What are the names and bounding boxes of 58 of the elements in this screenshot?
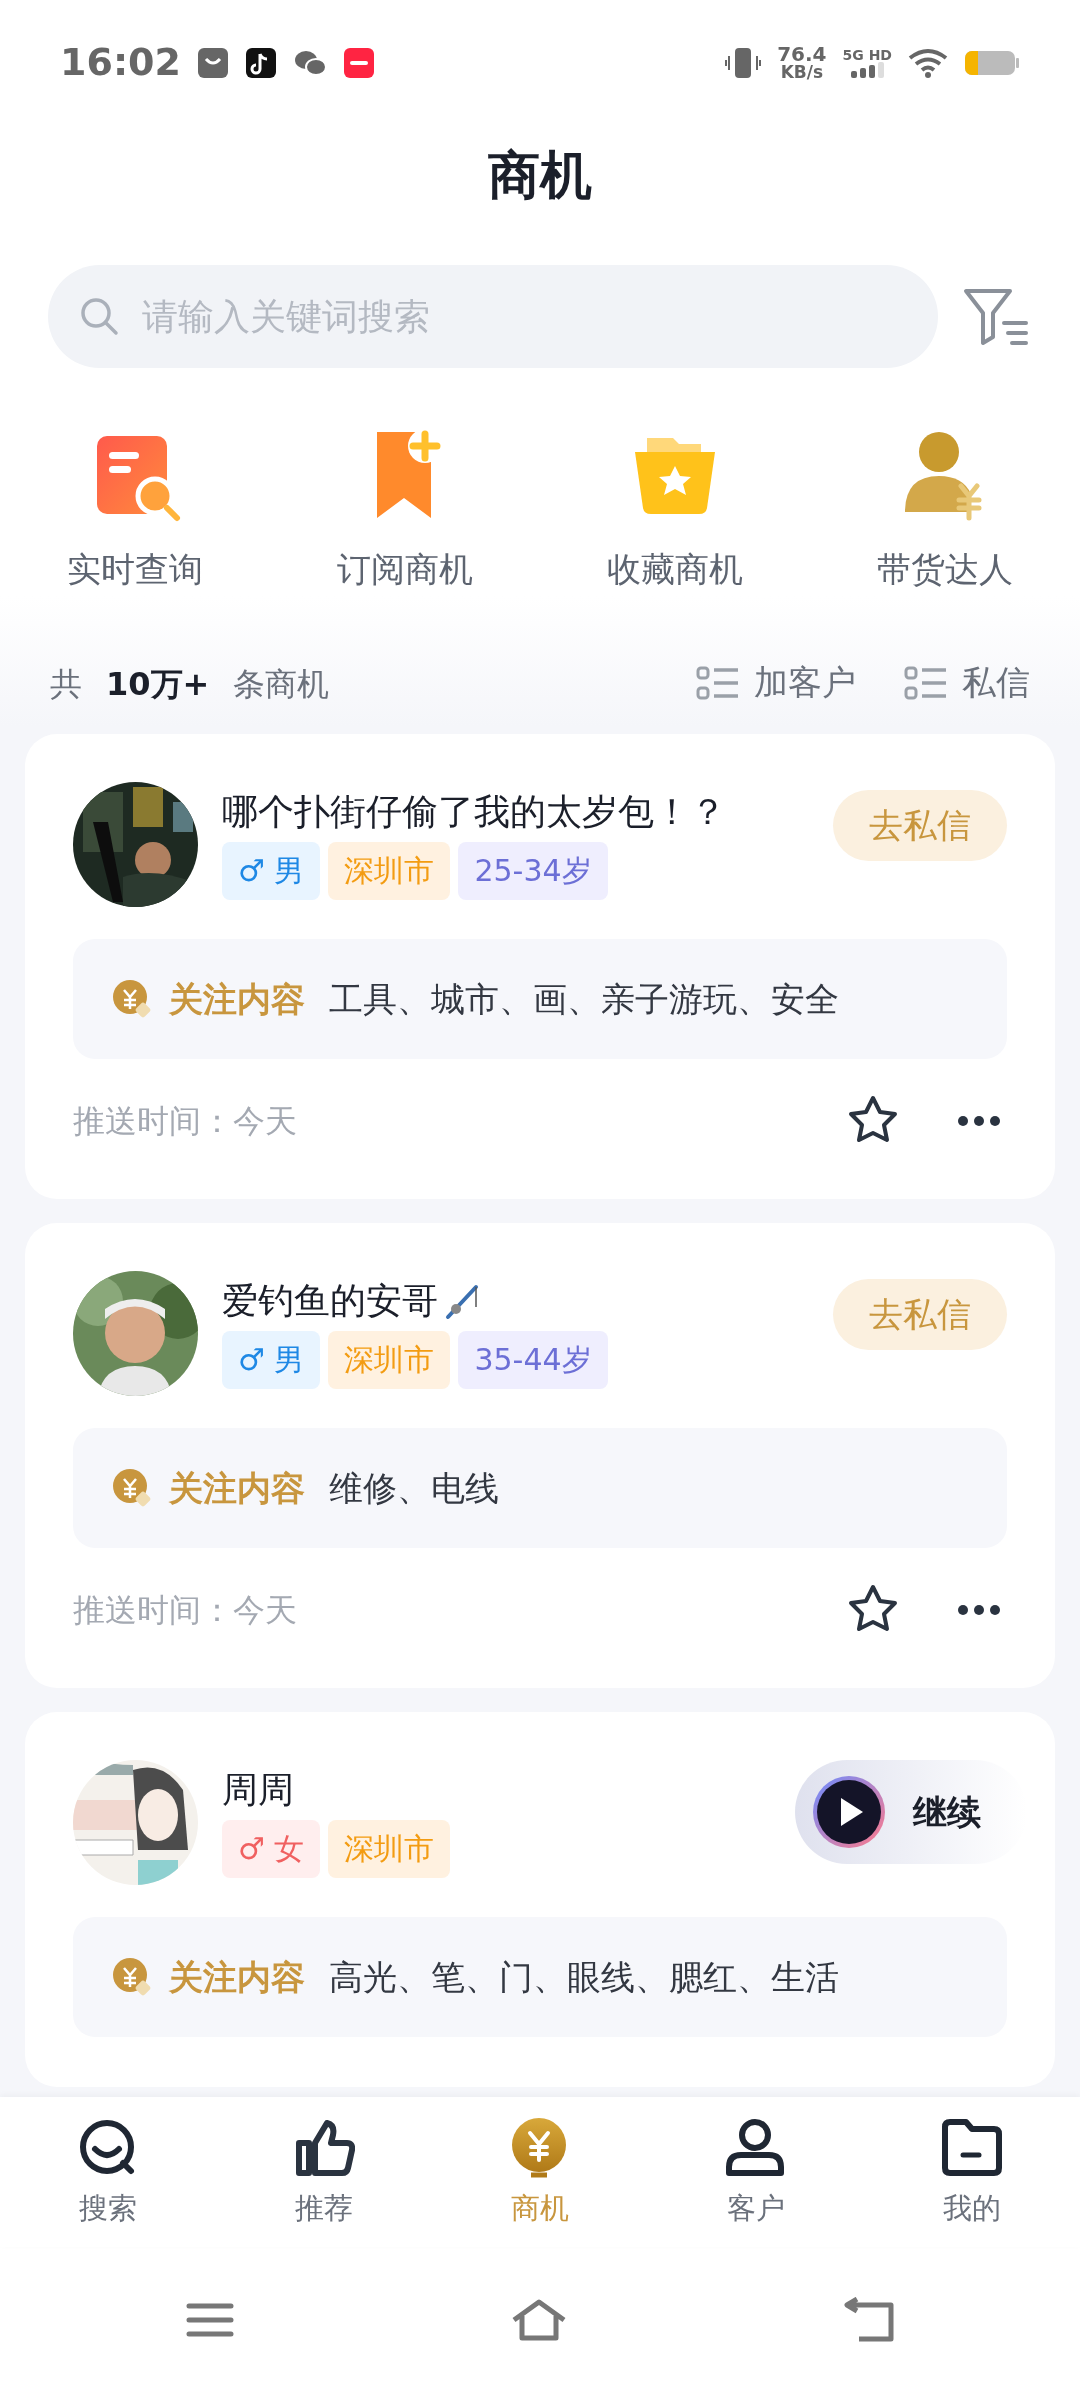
quick-action[interactable]: 带货达人	[810, 423, 1080, 596]
back-icon[interactable]	[842, 2296, 895, 2343]
interest-list: 维修、电线	[329, 1462, 499, 1514]
search-icon	[78, 295, 120, 337]
city-tag: 深圳市	[328, 842, 451, 900]
list-action[interactable]: 加客户	[696, 657, 856, 708]
push-time: 推送时间：今天	[73, 1590, 297, 1631]
wifi-icon	[908, 47, 948, 78]
search-field[interactable]: 请输入关键词搜索	[48, 265, 938, 368]
play-icon	[811, 1774, 887, 1850]
nav-tab[interactable]: 客户	[648, 2097, 864, 2247]
coin-icon	[111, 1467, 153, 1509]
age-tag: 25-34岁	[458, 842, 608, 900]
interest-list: 高光、笔、门、眼线、腮红、生活	[329, 1951, 839, 2003]
bag-icon	[196, 46, 229, 79]
network-speed: 76.4	[777, 44, 827, 64]
interest-list: 工具、城市、画、亲子游玩、安全	[329, 973, 839, 1025]
user-name: 哪个扑街仔偷了我的太岁包！？	[222, 790, 726, 834]
quick-action[interactable]: 收藏商机	[540, 423, 810, 596]
home-icon[interactable]	[510, 2297, 568, 2342]
summary-text: 共	[50, 664, 82, 705]
app-icon	[342, 46, 375, 79]
note-icon	[244, 46, 277, 79]
summary-text: 条商机	[233, 664, 330, 705]
quick-action[interactable]: 订阅商机	[270, 423, 540, 596]
age-tag: 35-44岁	[458, 1331, 608, 1389]
speed-unit: KB/s	[780, 64, 824, 81]
nav-tab[interactable]: 搜索	[0, 2097, 216, 2247]
thumbs-up-icon	[293, 2117, 355, 2179]
user-name: 周周	[222, 1768, 294, 1812]
page-title: 商机	[487, 144, 593, 207]
folder-icon	[941, 2117, 1003, 2179]
network-type: 5G HD	[842, 47, 892, 62]
clock-time: 16:02	[60, 39, 181, 86]
list-icon	[696, 664, 740, 701]
nav-tab[interactable]: 商机	[432, 2097, 648, 2247]
nav-tab[interactable]: 推荐	[216, 2097, 432, 2247]
interest-label: 关注内容	[169, 977, 305, 1021]
city-tag: 深圳市	[328, 1331, 451, 1389]
coin-icon	[111, 978, 153, 1020]
push-time: 推送时间：今天	[73, 1101, 297, 1142]
coin-icon	[111, 1956, 153, 1998]
gender-tag: ♂ 男	[222, 842, 321, 900]
interest-label: 关注内容	[169, 1955, 305, 1999]
gender-tag: ♂ 男	[222, 1331, 321, 1389]
list-action[interactable]: 私信	[904, 657, 1030, 708]
user-name: 爱钓鱼的安哥	[222, 1279, 438, 1323]
list-icon	[904, 664, 948, 701]
signal-icon	[849, 61, 886, 78]
battery-icon	[964, 48, 1020, 77]
interest-label: 关注内容	[169, 1466, 305, 1510]
person-icon	[725, 2117, 787, 2179]
opportunity-count: 10万+	[106, 664, 210, 705]
gender-tag: ♂ 女	[222, 1820, 321, 1878]
vibrate-icon	[725, 45, 762, 80]
nav-tab[interactable]: 我的	[864, 2097, 1080, 2247]
city-tag: 深圳市	[328, 1820, 451, 1878]
quick-action[interactable]: 实时查询	[0, 423, 270, 596]
